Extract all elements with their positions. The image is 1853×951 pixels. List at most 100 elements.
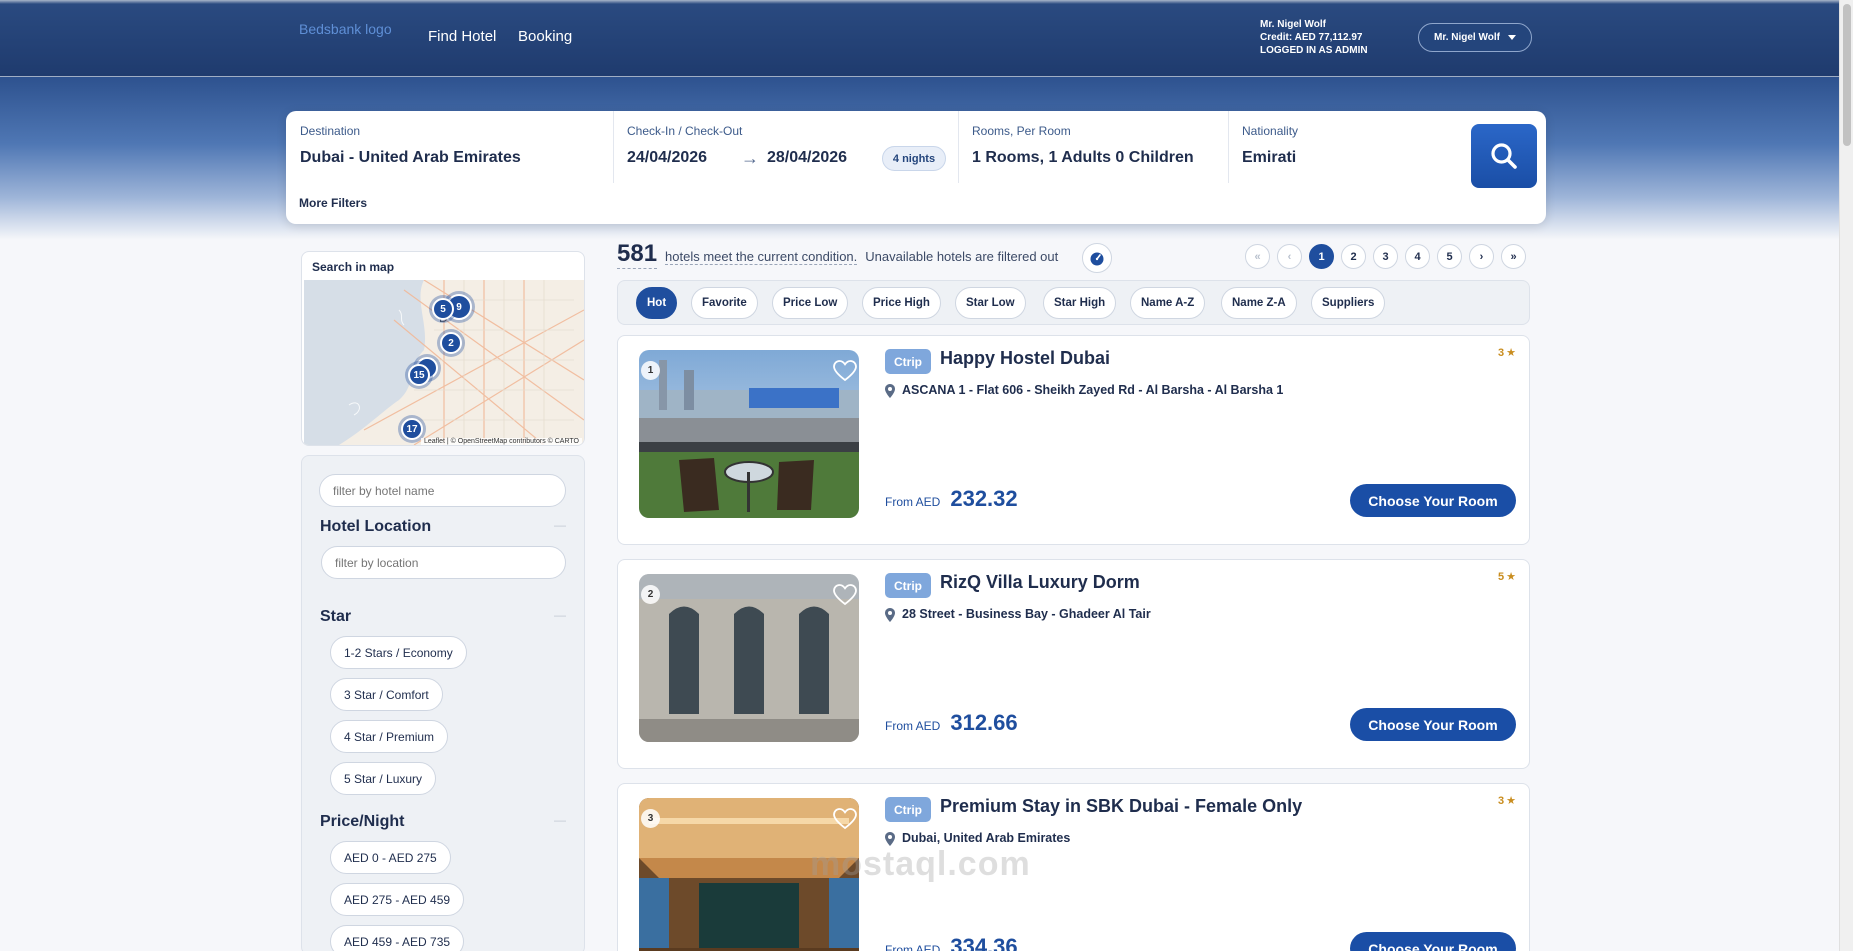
map-view[interactable]: D 9 5 2 15 17 Leaflet | © OpenStreetMap … [304,280,584,445]
map-marker-cluster[interactable]: 15 [408,364,430,386]
page-button-5[interactable]: 5 [1437,244,1462,269]
star-filter-premium[interactable]: 4 Star / Premium [330,720,449,753]
supplier-badge: Ctrip [885,349,931,374]
page-scrollbar[interactable] [1839,0,1853,951]
first-page-button[interactable]: « [1245,244,1270,269]
checkout-field[interactable]: 28/04/2026 [753,111,873,183]
sort-price-low[interactable]: Price Low [772,287,849,319]
star-filter-economy[interactable]: 1-2 Stars / Economy [330,636,467,669]
rooms-value: 1 Rooms, 1 Adults 0 Children [972,149,1194,166]
choose-room-button[interactable]: Choose Your Room [1350,708,1516,741]
user-menu-label: Mr. Nigel Wolf [1434,32,1500,43]
location-pin-icon [885,608,895,622]
sort-name-za[interactable]: Name Z-A [1221,287,1297,319]
last-page-button[interactable]: » [1501,244,1526,269]
price-filter-range-3[interactable]: AED 459 - AED 735 [330,925,465,951]
sort-suppliers[interactable]: Suppliers [1311,287,1386,319]
map-marker-cluster[interactable]: 17 [401,418,423,440]
scrollbar-thumb[interactable] [1843,4,1851,146]
map-marker-cluster[interactable]: 2 [440,332,462,354]
hotel-star-rating: 3 ★ [1498,794,1516,808]
star-filter-luxury[interactable]: 5 Star / Luxury [330,762,437,795]
collapse-icon[interactable]: — [554,518,566,532]
price-amount: 312.66 [950,710,1018,735]
price-prefix: From AED [885,719,941,733]
hotel-address: 28 Street - Business Bay - Ghadeer Al Ta… [902,607,1151,621]
results-filter-note: Unavailable hotels are filtered out [865,249,1059,264]
location-filter-input[interactable] [321,546,566,579]
speedometer-icon [1090,252,1104,266]
heart-icon[interactable] [833,584,857,606]
user-role: LOGGED IN AS ADMIN [1260,45,1368,56]
hotel-star-rating: 3 ★ [1498,346,1516,360]
heart-icon[interactable] [833,808,857,830]
choose-room-button[interactable]: Choose Your Room [1350,932,1516,951]
nationality-field[interactable]: Nationality Emirati [1228,111,1458,183]
hotel-card[interactable]: 1 Ctrip Happy Hostel Dubai ASCANA 1 - Fl… [617,335,1530,545]
hotel-photo[interactable]: 1 [639,350,859,518]
hotel-photo-image [639,350,859,518]
heart-icon[interactable] [833,360,857,382]
map-attribution[interactable]: Leaflet | © OpenStreetMap contributors ©… [420,438,582,445]
nationality-label: Nationality [1242,124,1299,138]
nav-booking[interactable]: Booking [518,28,572,45]
price-filter-range-1[interactable]: AED 0 - AED 275 [330,841,451,874]
choose-room-button[interactable]: Choose Your Room [1350,484,1516,517]
price-amount: 232.32 [950,486,1018,511]
page-button-1[interactable]: 1 [1309,244,1334,269]
prev-page-button[interactable]: ‹ [1277,244,1302,269]
sort-star-low[interactable]: Star Low [955,287,1026,319]
checkout-value: 28/04/2026 [767,149,848,166]
sort-favorite[interactable]: Favorite [691,287,758,319]
sort-name-az[interactable]: Name A-Z [1130,287,1206,319]
collapse-icon[interactable]: — [554,813,566,827]
search-button[interactable] [1471,124,1537,188]
price-prefix: From AED [885,943,941,951]
page-button-3[interactable]: 3 [1373,244,1398,269]
hotel-name[interactable]: RizQ Villa Luxury Dorm [940,572,1140,593]
speedometer-button[interactable] [1082,243,1112,273]
user-credit: Credit: AED 77,112.97 [1260,32,1363,43]
brand-logo[interactable]: Bedsbank logo [299,21,392,37]
hotel-index-badge: 1 [641,361,660,380]
sort-star-high[interactable]: Star High [1043,287,1117,319]
hotel-name[interactable]: Happy Hostel Dubai [940,348,1110,369]
results-summary: 581 hotels meet the current condition. U… [617,240,1058,269]
hotel-photo[interactable]: 2 [639,574,859,742]
nav-find-hotel[interactable]: Find Hotel [428,28,496,45]
results-text: hotels meet the current condition. [665,249,858,265]
destination-field[interactable]: Destination Dubai - United Arab Emirates [286,111,613,183]
user-name: Mr. Nigel Wolf [1260,19,1326,30]
pagination: « ‹ 1 2 3 4 5 › » [1245,244,1526,269]
checkin-value: 24/04/2026 [627,149,708,166]
map-marker-cluster[interactable]: 5 [432,298,454,320]
hotel-card[interactable]: 2 Ctrip RizQ Villa Luxury Dorm 28 Street… [617,559,1530,769]
hotel-price: From AED 334.36 [885,934,1018,951]
hotel-photo-image [639,574,859,742]
page-button-4[interactable]: 4 [1405,244,1430,269]
rooms-field[interactable]: Rooms, Per Room 1 Rooms, 1 Adults 0 Chil… [958,111,1228,183]
hotel-star-rating: 5 ★ [1498,570,1516,584]
dates-label: Check-In / Check-Out [627,124,743,138]
price-filter-range-2[interactable]: AED 275 - AED 459 [330,883,465,916]
price-heading: Price/Night [320,813,405,830]
map-title: Search in map [312,260,395,274]
hotel-name-filter-input[interactable] [319,474,566,507]
user-menu-button[interactable]: Mr. Nigel Wolf [1418,23,1532,52]
star-icon: ★ [1506,571,1516,583]
sort-hot[interactable]: Hot [636,287,678,319]
location-heading: Hotel Location [320,518,432,535]
hotel-card[interactable]: 3 Ctrip Premium Stay in SBK Dubai - Fema… [617,783,1530,951]
hotel-price: From AED 312.66 [885,710,1018,736]
page-button-2[interactable]: 2 [1341,244,1366,269]
hotel-name[interactable]: Premium Stay in SBK Dubai - Female Only [940,796,1302,817]
location-pin-icon [885,832,895,846]
star-icon: ★ [1506,795,1516,807]
collapse-icon[interactable]: — [554,608,566,622]
search-icon [1491,143,1517,169]
sort-price-high[interactable]: Price High [862,287,941,319]
more-filters-link[interactable]: More Filters [299,196,367,210]
star-filter-comfort[interactable]: 3 Star / Comfort [330,678,443,711]
next-page-button[interactable]: › [1469,244,1494,269]
user-info: Mr. Nigel Wolf Credit: AED 77,112.97 LOG… [1260,18,1368,57]
